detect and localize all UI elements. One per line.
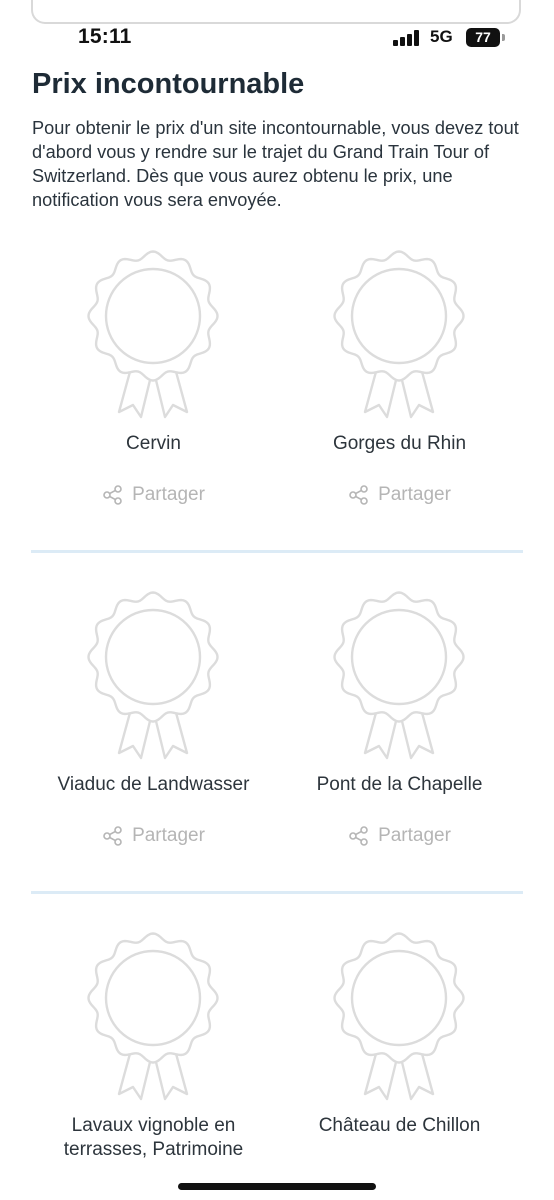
award-card[interactable]: Gorges du Rhin Partager <box>277 240 522 540</box>
home-indicator[interactable] <box>178 1183 376 1190</box>
award-card[interactable]: Lavaux vignoble en terrasses, Patrimoine… <box>31 922 276 1160</box>
share-button[interactable]: Partager <box>31 823 276 849</box>
rosette-badge-icon <box>83 932 223 1102</box>
award-name: Lavaux vignoble en terrasses, Patrimoine <box>63 1115 244 1160</box>
award-name: Pont de la Chapelle <box>316 774 483 795</box>
battery-icon: 77 <box>466 28 500 47</box>
share-label: Partager <box>378 484 451 505</box>
rosette-badge-icon <box>329 591 469 761</box>
rosette-badge-icon <box>83 250 223 420</box>
share-label: Partager <box>132 484 205 505</box>
share-icon <box>103 826 122 846</box>
award-name: Cervin <box>126 433 181 454</box>
award-card[interactable]: Cervin Partager <box>31 240 276 540</box>
award-name: Gorges du Rhin <box>332 433 467 454</box>
share-button[interactable]: Partager <box>31 482 276 508</box>
award-card[interactable]: Château de Chillon Partager <box>277 922 522 1160</box>
top-card <box>31 0 521 24</box>
share-icon <box>349 826 368 846</box>
awards-grid: Cervin Partager Gorges du Rhin Partager … <box>0 240 554 1160</box>
rosette-badge-icon <box>329 932 469 1102</box>
battery-tip <box>502 34 505 41</box>
share-button[interactable]: Partager <box>277 482 522 508</box>
signal-icon <box>393 30 423 46</box>
rosette-badge-icon <box>329 250 469 420</box>
award-card[interactable]: Viaduc de Landwasser Partager <box>31 581 276 881</box>
share-icon <box>349 485 368 505</box>
share-label: Partager <box>378 825 451 846</box>
status-time: 15:11 <box>78 25 132 48</box>
award-name: Château de Chillon <box>318 1115 481 1136</box>
intro-text: Pour obtenir le prix d'un site incontour… <box>32 118 519 210</box>
share-label: Partager <box>132 825 205 846</box>
share-button[interactable]: Partager <box>277 823 522 849</box>
rosette-badge-icon <box>83 591 223 761</box>
page-title: Prix incontournable <box>32 68 305 100</box>
award-name: Viaduc de Landwasser <box>57 774 250 795</box>
row-divider <box>31 550 523 553</box>
award-card[interactable]: Pont de la Chapelle Partager <box>277 581 522 881</box>
share-icon <box>103 485 122 505</box>
status-bar: 15:11 5G 77 <box>0 24 554 52</box>
row-divider <box>31 891 523 894</box>
network-type: 5G <box>430 27 453 46</box>
